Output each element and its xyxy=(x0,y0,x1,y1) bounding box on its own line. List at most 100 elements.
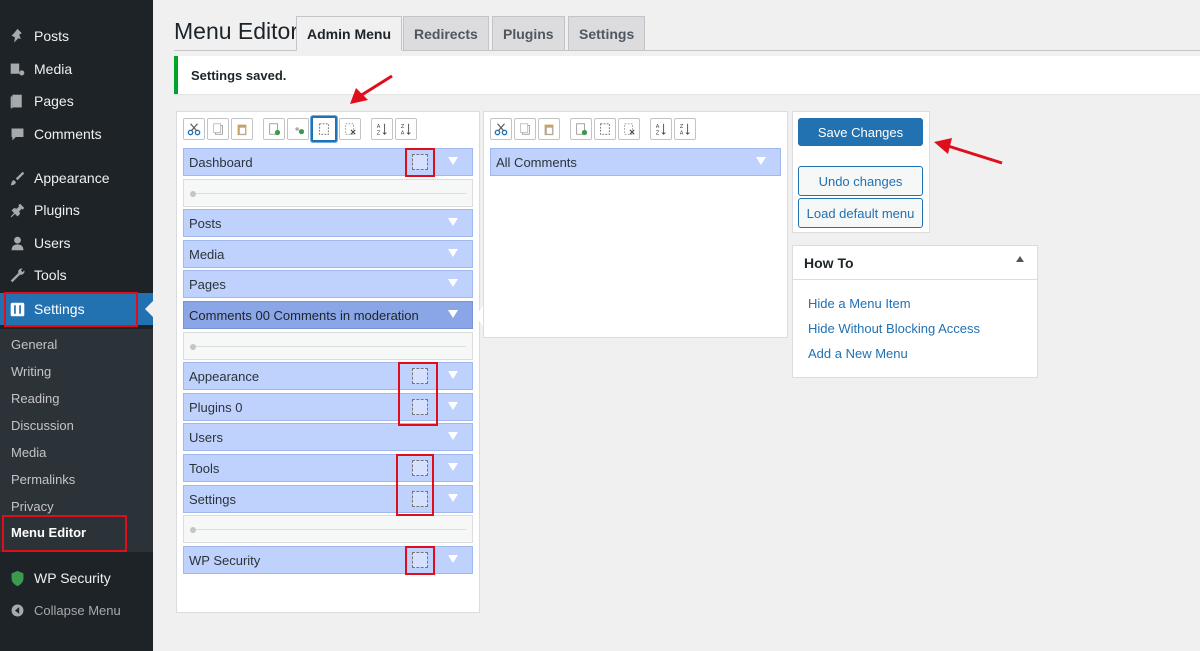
menu-item-label: Dashboard xyxy=(189,154,253,170)
collapse-label: Collapse Menu xyxy=(34,602,121,618)
chevron-down-icon[interactable] xyxy=(448,555,458,563)
new-separator-icon[interactable] xyxy=(287,118,309,140)
menu-item-media[interactable]: Media xyxy=(183,240,473,268)
menu-item-label: All Comments xyxy=(496,154,577,170)
tab-redirects[interactable]: Redirects xyxy=(403,16,489,50)
chevron-down-icon[interactable] xyxy=(448,310,458,318)
sidebar-item-tools[interactable]: Tools xyxy=(0,259,153,291)
paste-icon[interactable] xyxy=(231,118,253,140)
menu-item-comments[interactable]: Comments 00 Comments in moderation xyxy=(183,301,473,329)
sidebar-item-label: Appearance xyxy=(34,170,110,186)
sort-descending-icon[interactable]: ZA xyxy=(395,118,417,140)
user-icon xyxy=(0,235,34,252)
sidebar-item-comments[interactable]: Comments xyxy=(0,118,153,150)
chevron-down-icon[interactable] xyxy=(448,279,458,287)
cut-icon[interactable] xyxy=(183,118,205,140)
sort-ascending-icon[interactable]: AZ xyxy=(371,118,393,140)
tab-settings[interactable]: Settings xyxy=(568,16,646,50)
sidebar-item-wp-security[interactable]: WP Security xyxy=(0,562,153,594)
menu-item-pages[interactable]: Pages xyxy=(183,270,473,298)
submenu-item-media[interactable]: Media xyxy=(11,445,46,460)
sidebar-item-plugins[interactable]: Plugins xyxy=(0,194,153,226)
sidebar-item-appearance[interactable]: Appearance xyxy=(0,162,153,194)
comment-icon xyxy=(0,126,34,143)
shield-icon xyxy=(0,570,34,587)
pushpin-icon xyxy=(0,28,34,45)
submenu-panel xyxy=(483,111,788,338)
sort-ascending-icon[interactable]: AZ xyxy=(650,118,672,140)
save-changes-button[interactable]: Save Changes xyxy=(798,118,923,146)
hidden-indicator-highlight xyxy=(405,148,435,177)
delete-menu-icon[interactable] xyxy=(618,118,640,140)
notice-text: Settings saved. xyxy=(191,67,287,83)
chevron-down-icon[interactable] xyxy=(448,494,458,502)
copy-icon[interactable] xyxy=(514,118,536,140)
howto-link-add-new-menu[interactable]: Add a New Menu xyxy=(808,346,908,361)
chevron-down-icon[interactable] xyxy=(448,249,458,257)
hidden-indicator-highlight xyxy=(398,362,438,426)
chevron-down-icon[interactable] xyxy=(448,463,458,471)
hide-without-blocking-icon[interactable] xyxy=(594,118,616,140)
howto-link-hide-without-blocking[interactable]: Hide Without Blocking Access xyxy=(808,321,980,336)
svg-text:A: A xyxy=(401,130,405,136)
sidebar-item-media[interactable]: Media xyxy=(0,53,153,85)
menu-separator[interactable] xyxy=(183,332,473,360)
sidebar-item-pages[interactable]: Pages xyxy=(0,85,153,117)
sidebar-item-label: Comments xyxy=(34,126,102,142)
sidebar-item-label: Pages xyxy=(34,93,74,109)
tab-admin-menu[interactable]: Admin Menu xyxy=(296,16,402,51)
menu-separator[interactable] xyxy=(183,179,473,207)
menu-item-label: Pages xyxy=(189,276,226,292)
tab-plugins[interactable]: Plugins xyxy=(492,16,565,50)
submenu-item-discussion[interactable]: Discussion xyxy=(11,418,74,433)
menu-separator[interactable] xyxy=(183,515,473,543)
collapse-toggle-icon[interactable] xyxy=(1016,256,1024,262)
howto-link-hide-menu-item[interactable]: Hide a Menu Item xyxy=(808,296,911,311)
chevron-down-icon[interactable] xyxy=(448,218,458,226)
annotation-arrow-icon xyxy=(350,74,393,104)
chevron-down-icon[interactable] xyxy=(448,402,458,410)
menu-item-label: Posts xyxy=(189,215,222,231)
submenu-item-permalinks[interactable]: Permalinks xyxy=(11,472,75,487)
collapse-menu-button[interactable]: Collapse Menu xyxy=(0,594,153,626)
sidebar-item-label: WP Security xyxy=(34,570,111,586)
settings-highlight-box xyxy=(4,292,138,327)
svg-text:Z: Z xyxy=(656,130,660,136)
load-default-menu-button[interactable]: Load default menu xyxy=(798,198,923,228)
sidebar-item-posts[interactable]: Posts xyxy=(0,20,153,52)
brush-icon xyxy=(0,170,34,187)
delete-menu-icon[interactable] xyxy=(339,118,361,140)
new-menu-icon[interactable] xyxy=(570,118,592,140)
sidebar-item-label: Media xyxy=(34,61,73,77)
sidebar-item-label: Posts xyxy=(34,28,70,44)
svg-text:Z: Z xyxy=(680,124,684,130)
svg-text:Z: Z xyxy=(377,130,381,136)
wrench-icon xyxy=(0,267,34,284)
chevron-down-icon[interactable] xyxy=(448,432,458,440)
menu-item-users[interactable]: Users xyxy=(183,423,473,451)
submenu-item-reading[interactable]: Reading xyxy=(11,391,59,406)
hide-without-blocking-icon[interactable] xyxy=(311,116,337,142)
copy-icon[interactable] xyxy=(207,118,229,140)
new-menu-icon[interactable] xyxy=(263,118,285,140)
plugin-icon xyxy=(0,202,34,219)
menu-item-posts[interactable]: Posts xyxy=(183,209,473,237)
sidebar-item-label: Plugins xyxy=(34,202,80,218)
separator-dot-icon xyxy=(190,344,196,350)
separator-line xyxy=(196,529,466,530)
paste-icon[interactable] xyxy=(538,118,560,140)
menu-item-label: Settings xyxy=(189,491,236,507)
submenu-item-writing[interactable]: Writing xyxy=(11,364,51,379)
undo-changes-button[interactable]: Undo changes xyxy=(798,166,923,196)
chevron-down-icon[interactable] xyxy=(448,157,458,165)
chevron-down-icon[interactable] xyxy=(756,157,766,165)
submenu-item-privacy[interactable]: Privacy xyxy=(11,499,54,514)
submenu-item-all-comments[interactable]: All Comments xyxy=(490,148,781,176)
sidebar-item-users[interactable]: Users xyxy=(0,227,153,259)
cut-icon[interactable] xyxy=(490,118,512,140)
submenu-item-general[interactable]: General xyxy=(11,337,57,352)
chevron-down-icon[interactable] xyxy=(448,371,458,379)
separator-line xyxy=(196,193,466,194)
menu-item-label: Tools xyxy=(189,460,220,476)
sort-descending-icon[interactable]: ZA xyxy=(674,118,696,140)
